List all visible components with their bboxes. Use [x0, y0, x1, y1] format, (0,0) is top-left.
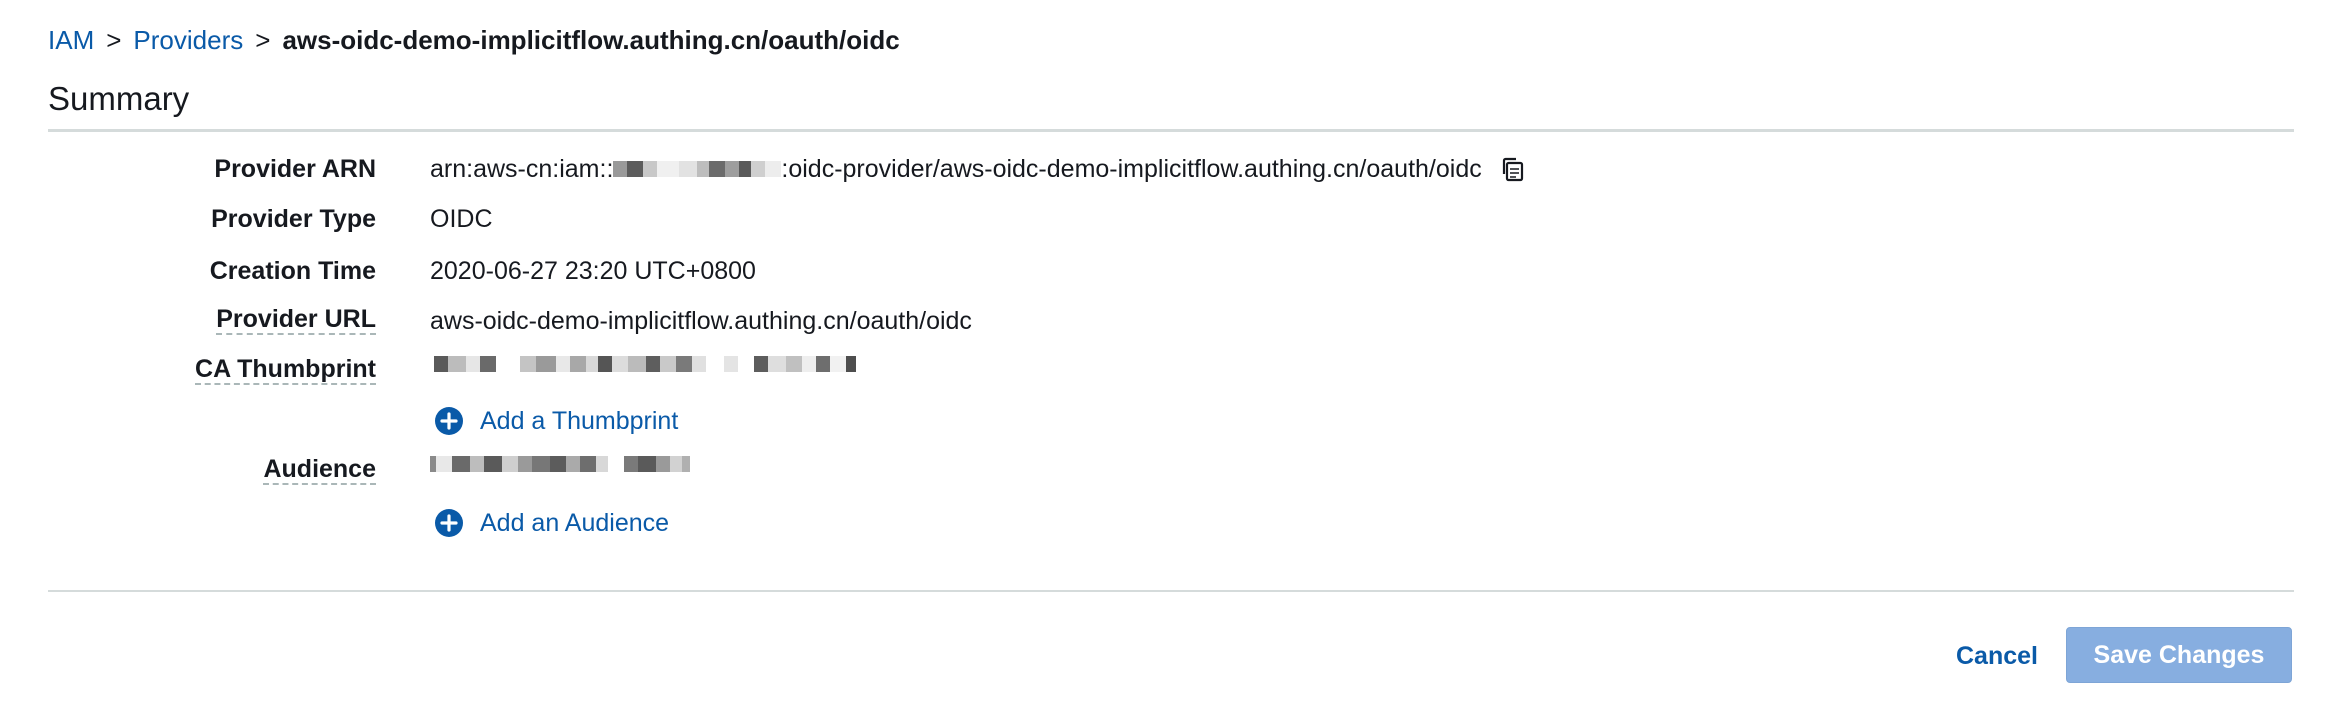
audience-value [430, 455, 690, 473]
provider-arn-label: Provider ARN [214, 155, 376, 183]
provider-arn-suffix: :oidc-provider/aws-oidc-demo-implicitflo… [781, 155, 1482, 183]
breadcrumb-separator: > [255, 24, 271, 55]
copy-icon[interactable] [1498, 154, 1528, 184]
ca-thumbprint-label[interactable]: CA Thumbprint [195, 355, 376, 385]
provider-type-value: OIDC [430, 205, 493, 233]
save-changes-button[interactable]: Save Changes [2066, 627, 2292, 683]
breadcrumb-separator: > [106, 24, 122, 55]
breadcrumb-iam-link[interactable]: IAM [48, 25, 94, 56]
redacted-audience [430, 455, 690, 473]
cancel-button[interactable]: Cancel [1956, 630, 2038, 682]
audience-label[interactable]: Audience [263, 455, 376, 485]
plus-circle-icon [434, 406, 464, 436]
add-audience-button[interactable]: Add an Audience [434, 508, 669, 538]
creation-time-label: Creation Time [209, 257, 376, 285]
add-thumbprint-label: Add a Thumbprint [480, 406, 679, 435]
provider-arn-value: arn:aws-cn:iam:: :oidc-provider/aws-oidc… [430, 153, 1528, 185]
breadcrumb: IAM > Providers > aws-oidc-demo-implicit… [48, 22, 900, 58]
add-thumbprint-button[interactable]: Add a Thumbprint [434, 406, 678, 436]
provider-type-label: Provider Type [211, 205, 376, 233]
breadcrumb-providers-link[interactable]: Providers [133, 25, 243, 56]
summary-divider [48, 129, 2294, 132]
redacted-account-id [613, 160, 782, 178]
summary-heading: Summary [48, 80, 190, 117]
provider-arn-prefix: arn:aws-cn:iam:: [430, 155, 614, 183]
breadcrumb-current: aws-oidc-demo-implicitflow.authing.cn/oa… [282, 24, 900, 55]
provider-url-label[interactable]: Provider URL [216, 305, 376, 335]
redacted-thumbprint [434, 355, 856, 373]
creation-time-value: 2020-06-27 23:20 UTC+0800 [430, 257, 756, 285]
ca-thumbprint-value [430, 355, 856, 373]
provider-summary-page: IAM > Providers > aws-oidc-demo-implicit… [48, 0, 2294, 712]
footer-divider [48, 590, 2294, 592]
add-audience-label: Add an Audience [480, 508, 670, 537]
plus-circle-icon [434, 508, 464, 538]
provider-url-value: aws-oidc-demo-implicitflow.authing.cn/oa… [430, 307, 972, 335]
